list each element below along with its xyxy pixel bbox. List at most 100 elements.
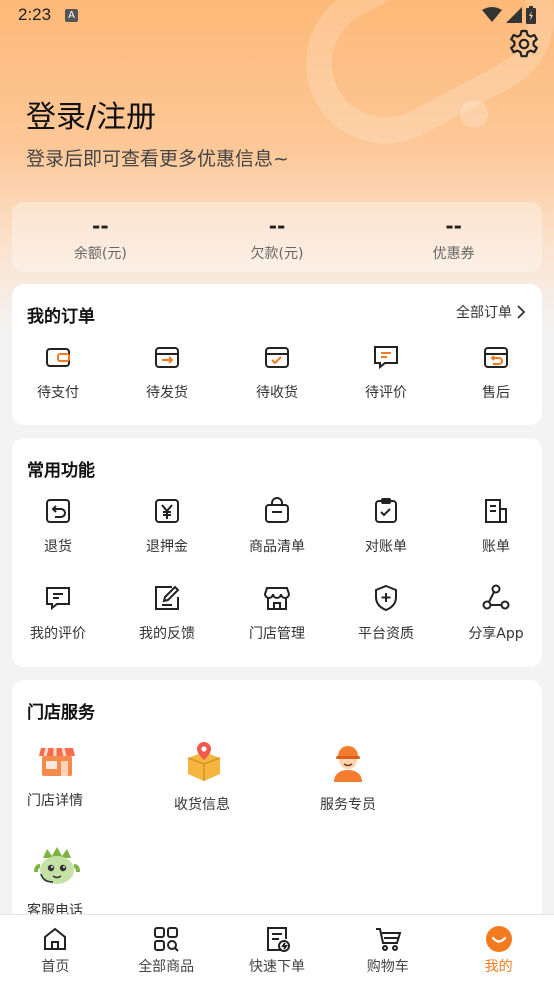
stat-coupons[interactable]: -- 优惠券: [365, 202, 542, 272]
box-arrow-icon: [155, 347, 179, 368]
function-label: 我的反馈: [139, 626, 195, 642]
function-return[interactable]: 退货: [8, 496, 108, 556]
smile-icon: [485, 926, 512, 952]
battery-icon: [526, 6, 536, 24]
stat-label: 余额(元): [73, 246, 127, 262]
status-time: 2:23: [18, 5, 52, 24]
tab-home[interactable]: 首页: [0, 915, 111, 984]
login-register-title[interactable]: 登录/注册: [26, 92, 156, 136]
service-delivery-info[interactable]: 收货信息: [174, 740, 294, 814]
order-pending-receipt[interactable]: 待收货: [227, 342, 327, 402]
function-label: 退货: [44, 539, 72, 555]
order-label: 待支付: [37, 385, 79, 401]
tab-label: 首页: [41, 959, 70, 975]
login-subtitle: 登录后即可查看更多优惠信息~: [26, 148, 289, 170]
function-product-list[interactable]: 商品清单: [227, 496, 327, 556]
box-check-icon: [265, 347, 289, 368]
stat-debt[interactable]: -- 欠款(元): [189, 202, 366, 272]
function-label: 退押金: [146, 539, 188, 555]
tab-quick-order[interactable]: 快速下单: [222, 915, 333, 984]
store-icon: [263, 587, 291, 610]
service-account-manager[interactable]: 服务专员: [320, 740, 440, 814]
stat-value: --: [268, 214, 286, 238]
shop-illustration-icon: [39, 747, 75, 776]
tab-label: 我的: [484, 959, 513, 975]
bill-icon: [485, 499, 507, 523]
box-return-icon: [484, 347, 508, 368]
order-pending-review[interactable]: 待评价: [336, 342, 436, 402]
function-label: 对账单: [365, 539, 407, 555]
account-stats: -- 余额(元) -- 欠款(元) -- 优惠券: [12, 202, 542, 272]
order-label: 待评价: [365, 385, 407, 401]
tab-cart[interactable]: 购物车: [332, 915, 443, 984]
order-pending-shipment[interactable]: 待发货: [117, 342, 217, 402]
function-label: 商品清单: [249, 539, 305, 555]
order-label: 售后: [482, 385, 510, 401]
mascot-headset-icon: [34, 847, 80, 884]
function-bill[interactable]: 账单: [446, 496, 546, 556]
function-platform-qualification[interactable]: 平台资质: [336, 583, 436, 643]
functions-title: 常用功能: [27, 461, 95, 481]
order-pending-payment[interactable]: 待支付: [8, 342, 108, 402]
function-label: 账单: [482, 539, 510, 555]
tab-label: 快速下单: [248, 959, 305, 975]
orders-title: 我的订单: [27, 307, 95, 327]
edit-icon: [155, 585, 180, 610]
all-orders-link[interactable]: 全部订单: [456, 302, 526, 322]
stat-balance[interactable]: -- 余额(元): [12, 202, 189, 272]
service-label: 服务专员: [320, 797, 376, 813]
service-label: 收货信息: [174, 797, 230, 813]
wifi-icon: [482, 7, 502, 22]
grid-search-icon: [154, 927, 179, 952]
stat-label: 欠款(元): [250, 246, 304, 262]
share-icon: [482, 584, 510, 610]
status-bar: 2:23 A: [0, 0, 554, 30]
shield-plus-icon: [375, 584, 397, 612]
store-services-card: 门店服务 门店详情 收货信息 服务专员 客服电话: [12, 680, 542, 940]
bag-icon: [265, 497, 289, 523]
store-services-title: 门店服务: [27, 703, 95, 723]
stat-value: --: [445, 214, 462, 238]
tab-label: 购物车: [366, 959, 409, 975]
service-store-details[interactable]: 门店详情: [27, 740, 147, 810]
yen-icon: [155, 499, 179, 523]
signal-icon: [506, 7, 522, 23]
function-share-app[interactable]: 分享App: [446, 583, 546, 643]
notification-icon: A: [65, 8, 79, 22]
order-after-sales[interactable]: 售后: [446, 342, 546, 402]
quick-order-icon: [266, 927, 290, 952]
function-label: 门店管理: [249, 626, 305, 642]
service-label: 门店详情: [27, 793, 83, 809]
tab-all-products[interactable]: 全部商品: [111, 915, 222, 984]
function-label: 我的评价: [30, 626, 86, 642]
clipboard-check-icon: [375, 498, 397, 523]
order-label: 待收货: [256, 385, 298, 401]
package-location-icon: [187, 742, 221, 781]
settings-gear-icon[interactable]: [508, 28, 540, 60]
all-orders-label: 全部订单: [456, 305, 512, 321]
bottom-tab-bar: 首页 全部商品 快速下单 购物车 我的: [0, 914, 554, 984]
function-refund-deposit[interactable]: 退押金: [117, 496, 217, 556]
function-store-management[interactable]: 门店管理: [227, 583, 327, 643]
courier-icon: [334, 746, 362, 782]
home-icon: [44, 927, 67, 950]
function-my-reviews[interactable]: 我的评价: [8, 583, 108, 643]
order-label: 待发货: [146, 385, 188, 401]
functions-card: 常用功能 退货 退押金 商品清单 对账单 账单 我的评价 我的反馈 门店管理 平…: [12, 438, 542, 667]
decorative-dot: [460, 100, 488, 128]
tab-mine[interactable]: 我的: [443, 915, 554, 984]
tab-label: 全部商品: [138, 959, 195, 975]
comment-icon: [374, 346, 398, 370]
stat-value: --: [92, 214, 109, 238]
function-statement[interactable]: 对账单: [336, 496, 436, 556]
return-icon: [46, 499, 70, 523]
stat-label: 优惠券: [432, 246, 475, 262]
cart-icon: [375, 928, 402, 951]
wallet-icon: [46, 348, 70, 367]
status-icons: [482, 6, 536, 24]
comment-icon: [46, 587, 70, 611]
function-my-feedback[interactable]: 我的反馈: [117, 583, 217, 643]
orders-card: 我的订单 全部订单 待支付 待发货 待收货 待评价 售后: [12, 284, 542, 425]
service-customer-hotline[interactable]: 客服电话: [27, 846, 147, 920]
function-label: 分享App: [468, 626, 524, 642]
